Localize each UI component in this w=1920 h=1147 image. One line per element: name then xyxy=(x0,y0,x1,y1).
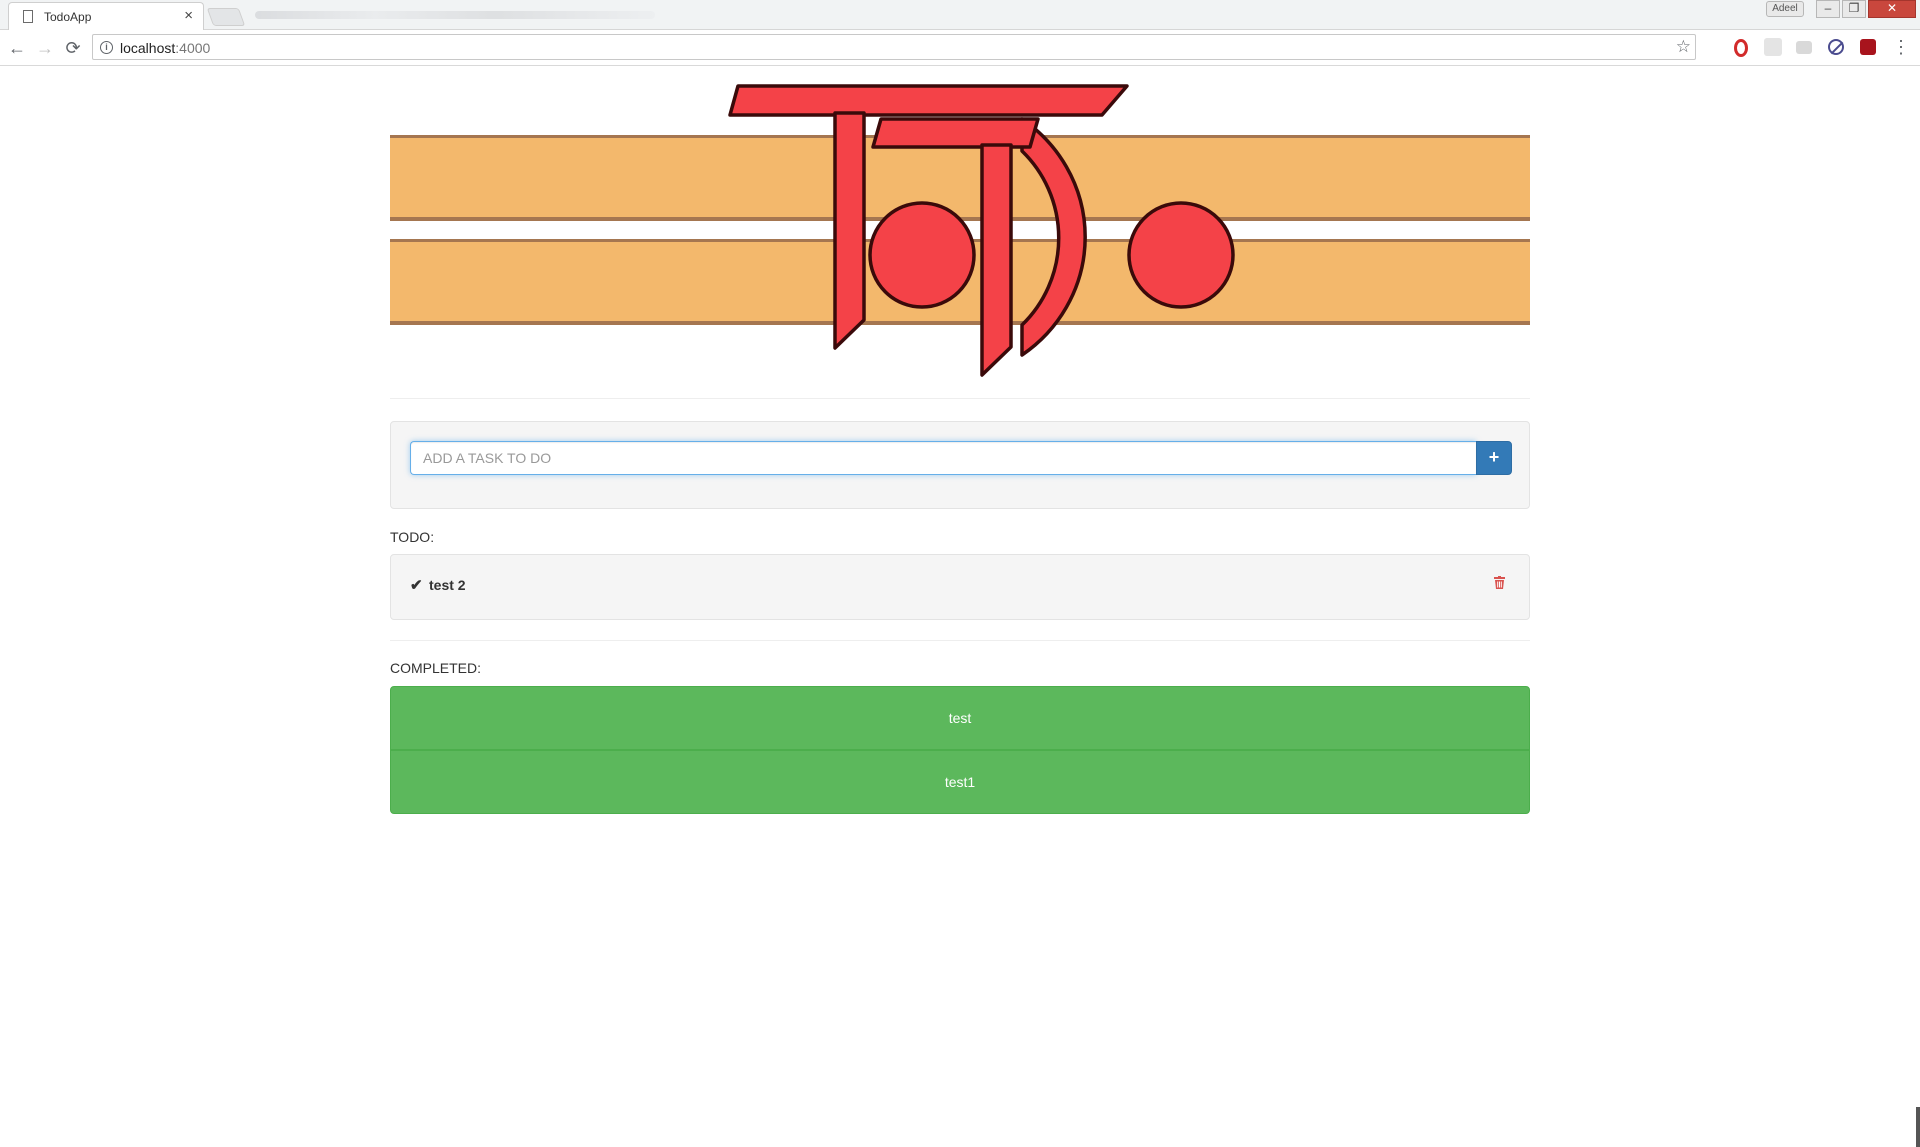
todo-logo xyxy=(728,84,1235,377)
back-icon[interactable]: ← xyxy=(6,38,28,58)
tab-title: TodoApp xyxy=(44,10,92,24)
info-icon[interactable]: i xyxy=(100,41,113,54)
url-text: localhost:4000 xyxy=(120,40,210,56)
profile-button[interactable]: Adeel xyxy=(1766,1,1804,17)
window-close-button[interactable]: ✕ xyxy=(1868,0,1916,18)
completed-item[interactable]: test xyxy=(390,686,1530,750)
browser-toolbar: ← → ⟳ i localhost:4000 ☆ ⋮ xyxy=(0,30,1920,66)
reload-icon[interactable]: ⟳ xyxy=(62,38,84,58)
checkmark-icon[interactable]: ✔ xyxy=(410,576,423,594)
address-bar[interactable]: i localhost:4000 ☆ xyxy=(92,34,1696,60)
url-host: localhost xyxy=(120,40,176,56)
add-task-button[interactable]: + xyxy=(1476,441,1512,475)
logo-t2-stem xyxy=(980,143,1013,377)
completed-section-label: COMPLETED: xyxy=(390,660,482,676)
divider xyxy=(390,640,1530,641)
completed-item[interactable]: test1 xyxy=(390,750,1530,814)
todo-item[interactable]: ✔ test 2 xyxy=(390,554,1530,620)
extension-icon[interactable] xyxy=(1764,38,1782,56)
page-icon xyxy=(23,10,33,23)
task-input[interactable] xyxy=(410,441,1476,475)
todo-section-label: TODO: xyxy=(390,529,435,545)
plus-icon: + xyxy=(1488,447,1500,467)
todo-item-text: test 2 xyxy=(429,577,466,593)
browser-tab-strip: TodoApp × Adeel – ❐ ✕ xyxy=(0,0,1920,30)
logo-t-bar xyxy=(728,84,1129,117)
url-port: :4000 xyxy=(175,40,211,56)
logo-d-arc xyxy=(1020,117,1087,357)
block-extension-icon[interactable] xyxy=(1828,39,1844,55)
divider xyxy=(390,398,1530,399)
trash-icon[interactable] xyxy=(1494,576,1505,589)
browser-tab[interactable]: TodoApp × xyxy=(8,2,204,30)
scrollbar-thumb[interactable] xyxy=(1916,1107,1920,1147)
logo-circle-2 xyxy=(1127,201,1235,309)
bookmark-star-icon[interactable]: ☆ xyxy=(1676,37,1691,57)
tab-close-icon[interactable]: × xyxy=(184,7,193,25)
window-minimize-button[interactable]: – xyxy=(1816,0,1840,18)
new-tab-button[interactable] xyxy=(206,8,246,26)
add-task-panel: + xyxy=(390,421,1530,509)
forward-icon[interactable]: → xyxy=(34,38,56,58)
browser-menu-icon[interactable]: ⋮ xyxy=(1892,38,1910,56)
opera-extension-icon[interactable] xyxy=(1734,39,1748,57)
logo-t-stem xyxy=(833,111,866,350)
pdf-extension-icon[interactable] xyxy=(1860,39,1876,55)
page: + TODO: ✔ test 2 COMPLETED: test test1 xyxy=(0,67,1920,1147)
logo-t2-bar xyxy=(871,117,1040,149)
camera-extension-icon[interactable] xyxy=(1796,41,1812,54)
logo-circle-1 xyxy=(868,201,976,309)
window-maximize-button[interactable]: ❐ xyxy=(1842,0,1866,18)
blurred-tab-strip xyxy=(255,11,655,19)
